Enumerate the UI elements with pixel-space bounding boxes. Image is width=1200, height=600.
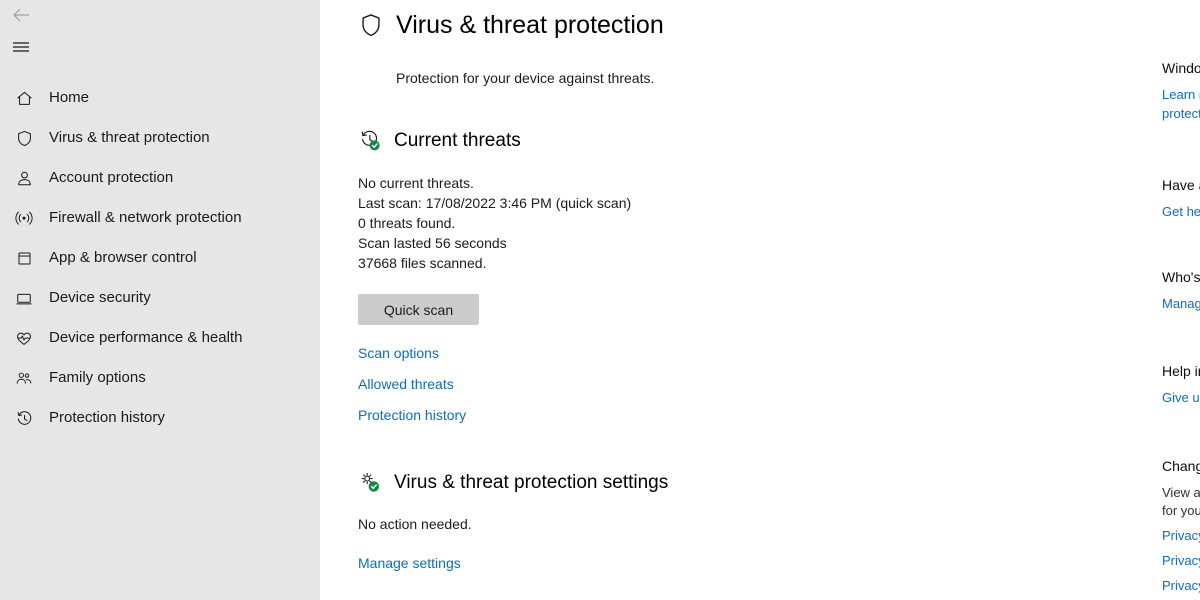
current-threats-header: Current threats [358,128,631,154]
sidebar-item-firewall-network-protection[interactable]: Firewall & network protection [0,198,320,238]
current-threats-title: Current threats [394,130,521,151]
sidebar-item-label: Device performance & health [49,329,243,346]
protection-history-link[interactable]: Protection history [358,405,631,425]
allowed-threats-link[interactable]: Allowed threats [358,374,631,394]
protection-settings-title: Virus & threat protection settings [394,472,669,493]
rail-link[interactable]: protection [1162,104,1200,123]
wifi-signal-icon [10,207,38,229]
protection-settings-section: Virus & threat protection settings No ac… [358,470,668,573]
sidebar-item-home[interactable]: Home [0,78,320,118]
shield-icon [358,10,384,40]
monitor-icon [10,287,38,309]
sidebar-item-family-options[interactable]: Family options [0,358,320,398]
protection-settings-header: Virus & threat protection settings [358,470,668,496]
rail-link[interactable]: Learn more about Virus & [1162,85,1200,104]
sidebar-item-device-security[interactable]: Device security [0,278,320,318]
right-info-rail: Windows Community videos Learn more abou… [1140,0,1200,600]
manage-settings-link[interactable]: Manage settings [358,553,668,573]
rail-block-have-question: Have a question? Get help [1162,175,1200,221]
navigation-sidebar: Home Virus & threat protection Account p… [0,0,320,600]
sidebar-item-account-protection[interactable]: Account protection [0,158,320,198]
sidebar-item-virus-threat-protection[interactable]: Virus & threat protection [0,118,320,158]
family-people-icon [10,367,38,389]
threat-status-line: No current threats. [358,175,474,191]
page-title: Virus & threat protection [396,11,664,39]
scan-duration-line: Scan lasted 56 seconds [358,235,507,251]
rail-heading: Who's protecting me? [1162,269,1200,285]
page-subtitle: Protection for your device against threa… [396,70,655,86]
shield-icon [10,127,38,149]
sidebar-item-label: Home [49,89,90,106]
rail-text: for your Windows 10 device. [1162,503,1200,518]
sidebar-item-protection-history[interactable]: Protection history [0,398,320,438]
rail-link[interactable]: Manage providers [1162,294,1200,313]
current-threats-status-lines: No current threats. Last scan: 17/08/202… [358,173,631,273]
files-scanned-line: 37668 files scanned. [358,255,487,271]
clock-history-icon [10,407,38,429]
heart-pulse-icon [10,327,38,349]
sidebar-item-label: Protection history [49,409,165,426]
app-window-icon [10,247,38,269]
main-content: Virus & threat protection Protection for… [320,0,1140,600]
rail-link[interactable]: Privacy settings [1162,526,1200,545]
sidebar-item-label: Firewall & network protection [49,209,242,226]
rail-link[interactable]: Get help [1162,202,1200,221]
rail-heading: Have a question? [1162,177,1200,193]
threats-found-line: 0 threats found. [358,215,456,231]
hamburger-menu-button[interactable] [4,32,38,62]
back-arrow-icon [13,8,29,22]
sidebar-item-device-performance-health[interactable]: Device performance & health [0,318,320,358]
last-scan-line: Last scan: 17/08/2022 3:46 PM (quick sca… [358,195,632,211]
scan-options-link[interactable]: Scan options [358,343,631,363]
current-threats-links: Scan options Allowed threats Protection … [358,343,631,425]
sidebar-item-app-browser-control[interactable]: App & browser control [0,238,320,278]
sidebar-nav-list: Home Virus & threat protection Account p… [0,78,320,438]
sidebar-item-label: App & browser control [49,249,197,266]
rail-link[interactable]: Privacy dashboard [1162,551,1200,570]
sidebar-top-controls [0,0,320,78]
rail-link[interactable]: Privacy Statement [1162,576,1200,595]
rail-heading: Change your privacy settings [1162,458,1200,474]
rail-block-help-improve: Help improve Windows Security Give us fe… [1162,361,1200,407]
page-header: Virus & threat protection Protection for… [358,10,664,86]
protection-settings-status: No action needed. [358,516,472,532]
rail-link[interactable]: Give us feedback [1162,388,1200,407]
sidebar-item-label: Account protection [49,169,174,186]
sidebar-item-label: Device security [49,289,151,306]
rail-block-privacy-settings: Change your privacy settings View and ch… [1162,456,1200,595]
home-icon [10,87,38,109]
person-icon [10,167,38,189]
clock-history-check-icon [358,128,382,154]
rail-text: View and change privacy settings [1162,485,1200,500]
current-threats-section: Current threats No current threats. Last… [358,128,631,436]
rail-block-whos-protecting-me: Who's protecting me? Manage providers [1162,267,1200,313]
back-button[interactable] [4,0,38,30]
windows-security-window: Home Virus & threat protection Account p… [0,0,1200,600]
sidebar-item-label: Virus & threat protection [49,129,210,146]
gear-check-icon [358,470,382,496]
quick-scan-button[interactable]: Quick scan [358,294,479,325]
rail-heading: Help improve Windows Security [1162,363,1200,379]
hamburger-menu-icon [13,42,29,52]
rail-block-community-videos: Windows Community videos Learn more abou… [1162,58,1200,123]
sidebar-item-label: Family options [49,369,146,386]
rail-heading: Windows Community videos [1162,60,1200,76]
